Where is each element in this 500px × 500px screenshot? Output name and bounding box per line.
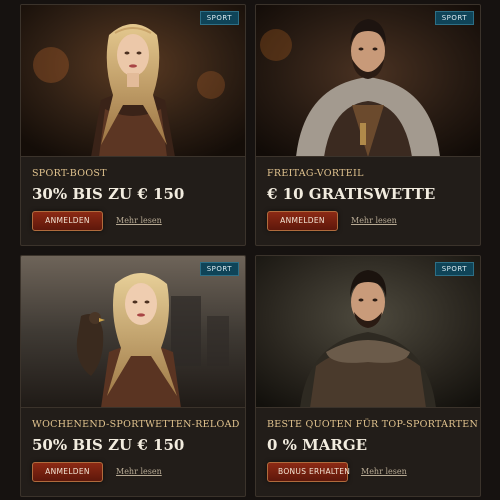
register-button[interactable]: ANMELDEN [32, 211, 103, 231]
promo-headline: 30% BIS ZU € 150 [32, 185, 185, 203]
promo-card[interactable]: SPORT FREITAG-VORTEIL € 10 GRATISWETTE A… [255, 4, 481, 246]
promo-headline: € 10 GRATISWETTE [267, 185, 436, 203]
promo-title: WOCHENEND-SPORTWETTEN-RELOAD [32, 419, 240, 430]
register-button[interactable]: ANMELDEN [32, 462, 103, 482]
sport-badge: SPORT [199, 11, 239, 25]
read-more-link[interactable]: Mehr lesen [116, 467, 162, 476]
promo-headline: 50% BIS ZU € 150 [32, 436, 185, 454]
read-more-link[interactable]: Mehr lesen [351, 216, 397, 225]
promo-title: FREITAG-VORTEIL [267, 168, 364, 179]
promo-card[interactable]: SPORT WOCHENEND-SPORTWETTEN-RELOAD 50% B… [20, 255, 246, 497]
sport-badge: SPORT [199, 262, 239, 276]
promo-title: BESTE QUOTEN FÜR TOP-SPORTARTEN [267, 419, 479, 430]
promo-card[interactable]: SPORT BESTE QUOTEN FÜR TOP-SPORTARTEN 0 … [255, 255, 481, 497]
man-cloak-image [256, 256, 480, 407]
promo-card[interactable]: SPORT SPORT-BOOST 30% BIS ZU € 150 ANMEL… [20, 4, 246, 246]
read-more-link[interactable]: Mehr lesen [116, 216, 162, 225]
man-portrait-image [256, 5, 480, 156]
sport-badge: SPORT [434, 262, 474, 276]
promo-title: SPORT-BOOST [32, 168, 107, 179]
promo-image[interactable]: SPORT [256, 5, 480, 157]
promo-image[interactable]: SPORT [21, 256, 245, 408]
woman-falcon-image [21, 256, 245, 407]
woman-portrait-image [21, 5, 245, 156]
promo-image[interactable]: SPORT [256, 256, 480, 408]
promo-headline: 0 % MARGE [267, 436, 368, 454]
sport-badge: SPORT [434, 11, 474, 25]
read-more-link[interactable]: Mehr lesen [361, 467, 407, 476]
register-button[interactable]: ANMELDEN [267, 211, 338, 231]
get-bonus-button[interactable]: BONUS ERHALTEN [267, 462, 350, 482]
promo-image[interactable]: SPORT [21, 5, 245, 157]
